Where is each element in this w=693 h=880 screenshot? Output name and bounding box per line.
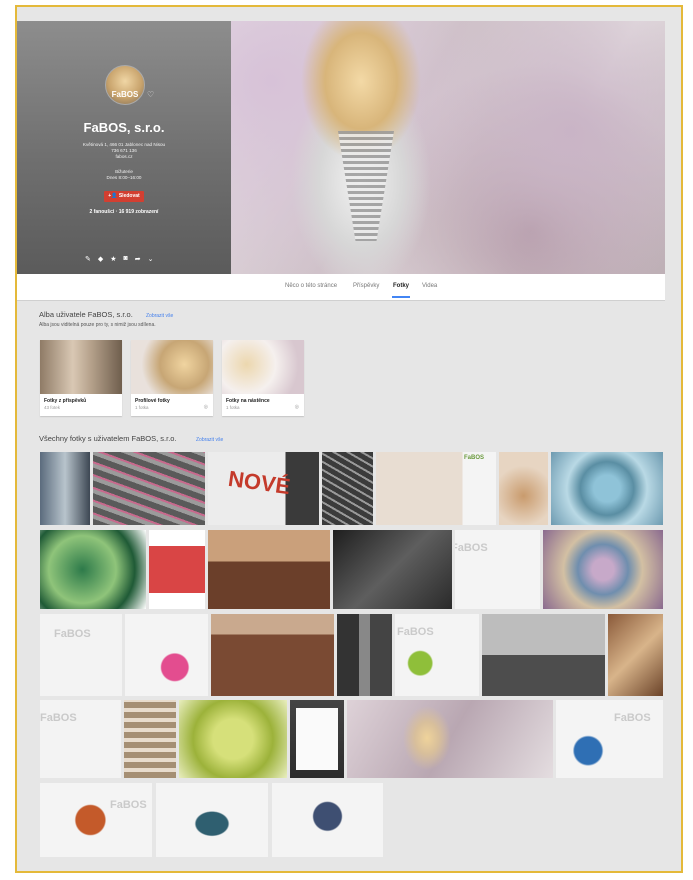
chevron-down-icon[interactable]: ⌄ [148, 255, 154, 263]
album-title: Fotky z příspěvků [44, 398, 87, 404]
album-count: 43 fotek [44, 405, 61, 410]
photo-tile[interactable] [125, 614, 208, 696]
photo-tile[interactable] [322, 452, 373, 525]
photo-tile[interactable] [608, 614, 663, 696]
framed-certificate [296, 708, 338, 770]
watermark-text: FaBOS [40, 712, 77, 724]
album-card[interactable]: Profilové fotky 1 fotka ◎ [131, 340, 213, 416]
photo-tile[interactable] [333, 530, 452, 609]
star-icon[interactable]: ★ [110, 255, 116, 263]
photo-tile[interactable] [149, 530, 205, 609]
watermark-text: FaBOS [455, 542, 488, 554]
pencil-icon[interactable]: ✎ [85, 255, 91, 263]
photo-tile[interactable]: NOVÉ [208, 452, 319, 525]
tab-videos[interactable]: Videa [422, 283, 437, 289]
profile-tabs: Něco o této stránce Příspěvky Fotky Vide… [17, 274, 665, 301]
album-title: Fotky na nástěnce [226, 398, 270, 404]
photo-tile[interactable] [337, 614, 392, 696]
album-thumbnail [222, 340, 304, 394]
add-person-icon: +👤 [108, 193, 119, 199]
tab-posts[interactable]: Příspěvky [353, 283, 379, 289]
photo-tile[interactable] [208, 530, 330, 609]
album-thumbnail [131, 340, 213, 394]
globe-icon: ◎ [203, 404, 208, 410]
photo-tile[interactable]: FaBOS [40, 614, 122, 696]
watermark-text: FaBOS [54, 628, 91, 640]
cover-photo [231, 21, 665, 274]
photo-tile[interactable] [93, 452, 205, 525]
photo-tile[interactable] [290, 700, 344, 778]
profile-panel: FaBOS ♡ FaBOS, s.r.o. Květinová 1, 466 0… [17, 21, 231, 274]
photos-show-all-link[interactable]: Zobrazit vše [196, 437, 223, 443]
tag-icon[interactable]: ◆ [98, 255, 103, 263]
share-icon[interactable]: ➦ [135, 255, 141, 263]
albums-show-all-link[interactable]: Zobrazit vše [146, 313, 173, 319]
photo-tile[interactable] [482, 614, 605, 696]
photo-tile[interactable]: FaBOS [395, 614, 479, 696]
profile-actions: ✎ ◆ ★ ◙ ➦ ⌄ [85, 255, 154, 263]
photo-tile[interactable]: FaBOS [455, 530, 540, 609]
verified-icon: ♡ [147, 90, 155, 99]
photo-tile[interactable] [124, 700, 176, 778]
albums-subtitle: Alba jsou viditelná pouze pro ty, s nimi… [39, 322, 156, 328]
photo-tile[interactable] [156, 783, 268, 857]
photo-tile[interactable] [179, 700, 287, 778]
photo-tile[interactable] [211, 614, 334, 696]
watermark-text: FaBOS [110, 799, 147, 811]
album-thumbnail [40, 340, 122, 394]
photo-tile[interactable]: FaBOS [40, 783, 152, 857]
watermark-text: FaBOS [397, 626, 434, 638]
follow-button[interactable]: +👤 Sledovat [104, 191, 144, 202]
photo-tile[interactable]: FaBOS [556, 700, 663, 778]
photos-title: Všechny fotky s uživatelem FaBOS, s.r.o. [39, 434, 177, 443]
albums-title: Alba uživatele FaBOS, s.r.o. [39, 310, 133, 319]
tab-photos[interactable]: Fotky [393, 283, 409, 289]
follow-label: Sledovat [118, 193, 140, 199]
camera-icon[interactable]: ◙ [124, 255, 128, 263]
photo-tile[interactable] [499, 452, 548, 525]
avatar[interactable]: FaBOS [105, 65, 145, 105]
profile-stats: 2 fanoušci · 16 919 zobrazení [89, 209, 159, 215]
profile-cover: FaBOS ♡ FaBOS, s.r.o. Květinová 1, 466 0… [17, 21, 665, 274]
photo-tile[interactable] [551, 452, 663, 525]
necklace-image [338, 131, 394, 241]
globe-icon: ◎ [294, 404, 299, 410]
tab-about[interactable]: Něco o této stránce [285, 283, 337, 289]
album-card[interactable]: Fotky z příspěvků 43 fotek [40, 340, 122, 416]
photo-tile[interactable] [543, 530, 663, 609]
photo-tile[interactable] [347, 700, 553, 778]
active-tab-indicator [392, 296, 410, 298]
album-title: Profilové fotky [135, 398, 170, 404]
profile-website[interactable]: fabos.cz [17, 154, 231, 160]
photo-tile[interactable] [272, 783, 383, 857]
photo-tile[interactable]: FaBOS [376, 452, 496, 525]
avatar-label: FaBOS [111, 90, 139, 99]
photo-tile[interactable] [40, 530, 146, 609]
profile-name: FaBOS, s.r.o. [83, 120, 165, 135]
album-count: 1 fotka [226, 405, 240, 410]
album-card[interactable]: Fotky na nástěnce 1 fotka ◎ [222, 340, 304, 416]
watermark-text: FaBOS [614, 712, 651, 724]
fabos-logo: FaBOS [464, 455, 485, 461]
album-count: 1 fotka [135, 405, 149, 410]
sign-text: NOVÉ [226, 465, 292, 500]
profile-hours: Dnes 8:00–16:00 [106, 175, 142, 180]
photo-tile[interactable]: FaBOS [40, 700, 121, 778]
photo-tile[interactable] [40, 452, 90, 525]
